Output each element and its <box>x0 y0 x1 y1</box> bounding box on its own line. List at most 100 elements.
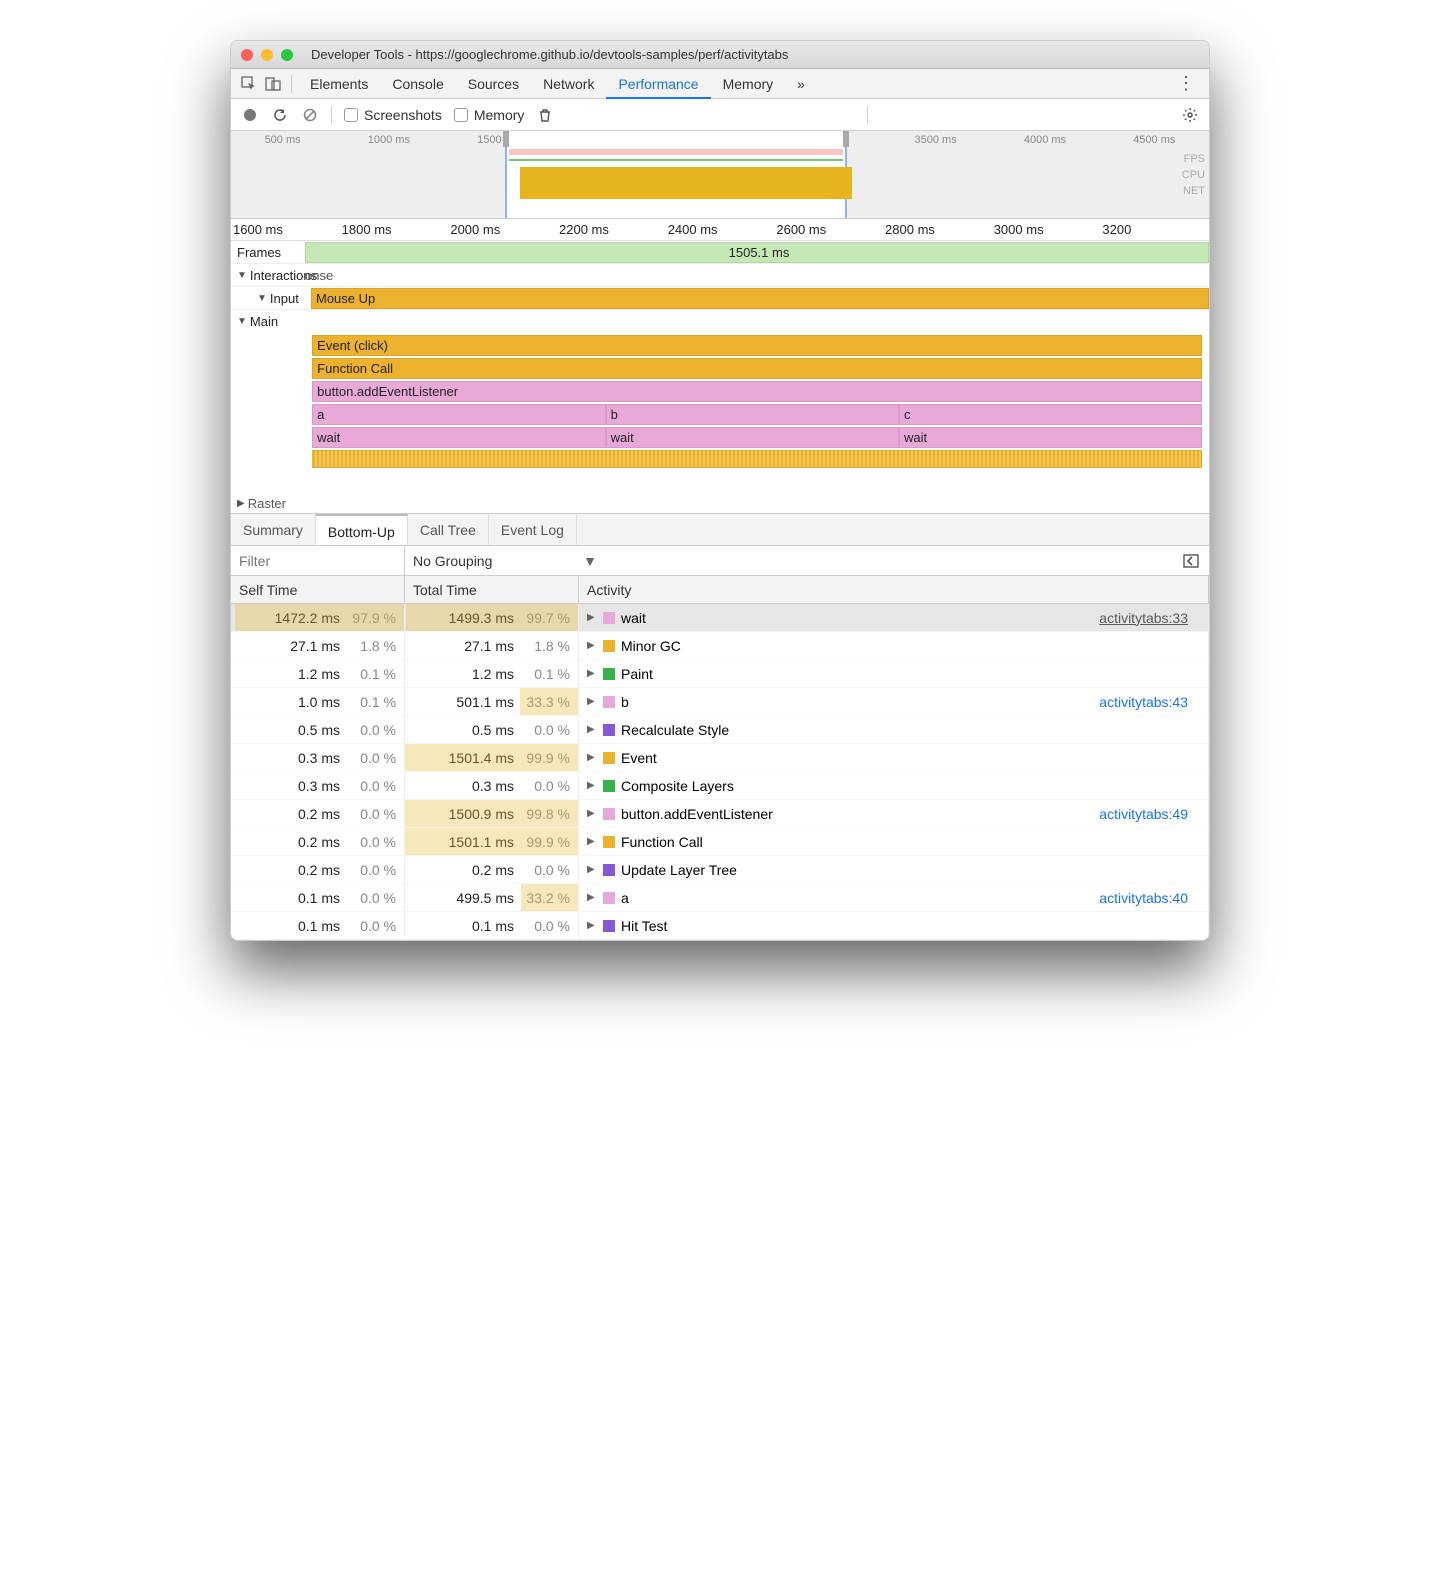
details-tabs: SummaryBottom-UpCall TreeEvent Log <box>231 514 1209 546</box>
flame-bar-function-call[interactable]: Function Call <box>312 358 1202 379</box>
device-toolbar-icon[interactable] <box>261 72 285 96</box>
memory-checkbox[interactable]: Memory <box>454 107 525 123</box>
flame-bar-a[interactable]: a <box>312 404 605 425</box>
activity-color-swatch <box>603 640 615 652</box>
table-row[interactable]: 0.2 ms0.0 %1500.9 ms99.8 %▶button.addEve… <box>231 800 1209 828</box>
table-row[interactable]: 1.2 ms0.1 %1.2 ms0.1 %▶Paint <box>231 660 1209 688</box>
col-self-time[interactable]: Self Time <box>231 576 405 603</box>
col-total-time[interactable]: Total Time <box>405 576 579 603</box>
flame-chart[interactable]: 1600 ms1800 ms2000 ms2200 ms2400 ms2600 … <box>231 219 1209 514</box>
activity-color-swatch <box>603 668 615 680</box>
details-tab-bottom-up[interactable]: Bottom-Up <box>316 514 408 545</box>
flame-bar-listener[interactable]: button.addEventListener <box>312 381 1202 402</box>
source-link[interactable]: activitytabs:49 <box>1099 806 1200 822</box>
show-heaviest-stack-icon[interactable] <box>1173 546 1209 575</box>
performance-toolbar: Screenshots Memory <box>231 99 1209 131</box>
tab-sources[interactable]: Sources <box>456 69 531 99</box>
activity-color-swatch <box>603 780 615 792</box>
zoom-window-button[interactable] <box>281 49 293 61</box>
filter-input[interactable] <box>231 546 405 575</box>
activity-name: a <box>621 890 629 906</box>
col-activity[interactable]: Activity <box>579 576 1209 603</box>
expand-icon[interactable]: ▶ <box>587 752 597 763</box>
expand-icon[interactable]: ▶ <box>587 892 597 903</box>
selection-handle-right[interactable] <box>843 131 849 147</box>
source-link[interactable]: activitytabs:33 <box>1099 610 1200 626</box>
frame-bar[interactable]: 1505.1 ms <box>305 242 1209 263</box>
screenshots-checkbox[interactable]: Screenshots <box>344 107 442 123</box>
flame-bar-c[interactable]: c <box>899 404 1202 425</box>
raster-lane[interactable]: ▶Raster <box>231 493 1209 513</box>
table-row[interactable]: 0.1 ms0.0 %499.5 ms33.2 %▶aactivitytabs:… <box>231 884 1209 912</box>
selection-handle-left[interactable] <box>503 131 509 147</box>
activity-name: Composite Layers <box>621 778 734 794</box>
overview-selection[interactable] <box>505 131 847 218</box>
expand-icon[interactable]: ▶ <box>587 864 597 875</box>
tab-performance[interactable]: Performance <box>606 69 710 99</box>
reload-record-button[interactable] <box>271 106 289 124</box>
timeline-overview[interactable]: 500 ms1000 ms1500 ms2000 ms2500 ms3000 m… <box>231 131 1209 219</box>
expand-icon[interactable]: ▶ <box>587 612 597 623</box>
window-title: Developer Tools - https://googlechrome.g… <box>311 47 788 62</box>
expand-icon[interactable]: ▶ <box>587 780 597 791</box>
table-row[interactable]: 1472.2 ms97.9 %1499.3 ms99.7 %▶waitactiv… <box>231 604 1209 632</box>
table-row[interactable]: 27.1 ms1.8 %27.1 ms1.8 %▶Minor GC <box>231 632 1209 660</box>
source-link[interactable]: activitytabs:43 <box>1099 694 1200 710</box>
flame-bar-wait-3[interactable]: wait <box>899 427 1202 448</box>
flame-bar-b[interactable]: b <box>606 404 899 425</box>
tab-console[interactable]: Console <box>380 69 455 99</box>
grouping-select[interactable]: No Grouping ▼ <box>405 546 605 575</box>
tab-elements[interactable]: Elements <box>298 69 380 99</box>
flame-bar-event[interactable]: Event (click) <box>312 335 1202 356</box>
details-tab-event-log[interactable]: Event Log <box>489 514 577 545</box>
expand-icon[interactable]: ▶ <box>587 808 597 819</box>
tab-memory[interactable]: Memory <box>711 69 786 99</box>
close-window-button[interactable] <box>241 49 253 61</box>
expand-icon[interactable]: ▶ <box>587 836 597 847</box>
overflow-tabs-button[interactable]: » <box>785 69 817 99</box>
table-row[interactable]: 0.1 ms0.0 %0.1 ms0.0 %▶Hit Test <box>231 912 1209 940</box>
table-row[interactable]: 0.2 ms0.0 %0.2 ms0.0 %▶Update Layer Tree <box>231 856 1209 884</box>
main-lane-header[interactable]: ▼Main <box>231 310 1209 333</box>
table-row[interactable]: 0.2 ms0.0 %1501.1 ms99.9 %▶Function Call <box>231 828 1209 856</box>
input-label: Input <box>270 291 299 306</box>
tab-network[interactable]: Network <box>531 69 606 99</box>
expand-icon[interactable]: ▶ <box>587 696 597 707</box>
activity-name: Function Call <box>621 834 703 850</box>
main-flame-stack[interactable]: Event (click) Function Call button.addEv… <box>231 333 1209 493</box>
expand-icon[interactable]: ▶ <box>587 920 597 931</box>
more-options-button[interactable]: ⋮ <box>1169 73 1203 94</box>
expand-icon[interactable]: ▶ <box>587 640 597 651</box>
input-event-bar[interactable]: Mouse Up <box>311 288 1209 309</box>
table-row[interactable]: 0.5 ms0.0 %0.5 ms0.0 %▶Recalculate Style <box>231 716 1209 744</box>
clear-button[interactable] <box>301 106 319 124</box>
table-row[interactable]: 0.3 ms0.0 %0.3 ms0.0 %▶Composite Layers <box>231 772 1209 800</box>
main-label: Main <box>250 314 278 329</box>
expand-icon[interactable]: ▶ <box>587 668 597 679</box>
trash-button[interactable] <box>536 106 554 124</box>
source-link[interactable]: activitytabs:40 <box>1099 890 1200 906</box>
flame-bar-gc-stripe[interactable] <box>312 450 1202 468</box>
activity-name: Paint <box>621 666 653 682</box>
activity-color-swatch <box>603 864 615 876</box>
flame-bar-wait-1[interactable]: wait <box>312 427 605 448</box>
activity-name: Event <box>621 750 657 766</box>
flame-bar-wait-2[interactable]: wait <box>606 427 899 448</box>
settings-icon[interactable] <box>1181 106 1199 124</box>
activity-color-swatch <box>603 724 615 736</box>
activity-name: button.addEventListener <box>621 806 773 822</box>
table-row[interactable]: 1.0 ms0.1 %501.1 ms33.3 %▶bactivitytabs:… <box>231 688 1209 716</box>
devtools-window: Developer Tools - https://googlechrome.g… <box>230 40 1210 941</box>
input-lane[interactable]: ▼Input Mouse Up <box>231 287 1209 310</box>
main-tabstrip: ElementsConsoleSourcesNetworkPerformance… <box>231 69 1209 99</box>
table-row[interactable]: 0.3 ms0.0 %1501.4 ms99.9 %▶Event <box>231 744 1209 772</box>
frames-lane[interactable]: Frames 1505.1 ms <box>231 241 1209 264</box>
interactions-lane[interactable]: ▼Interactions onse <box>231 264 1209 287</box>
details-tab-summary[interactable]: Summary <box>231 514 316 545</box>
record-button[interactable] <box>241 106 259 124</box>
minimize-window-button[interactable] <box>261 49 273 61</box>
details-tab-call-tree[interactable]: Call Tree <box>408 514 489 545</box>
activity-color-swatch <box>603 892 615 904</box>
inspect-element-icon[interactable] <box>237 72 261 96</box>
expand-icon[interactable]: ▶ <box>587 724 597 735</box>
